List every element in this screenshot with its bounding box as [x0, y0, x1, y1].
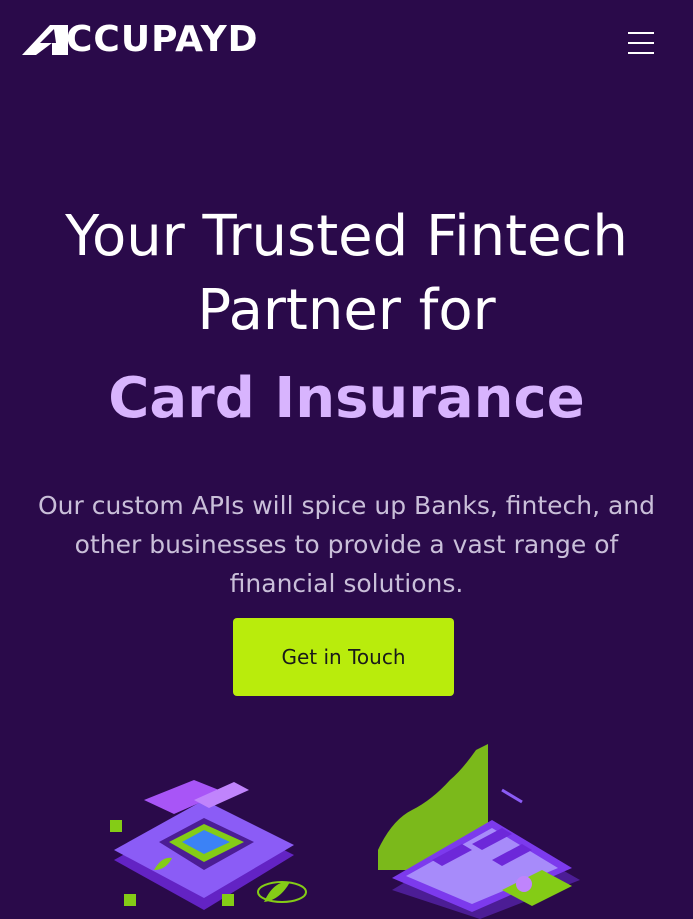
logo-a-mark-icon: [22, 25, 68, 55]
coin-shape: [516, 876, 532, 892]
accupayd-logo[interactable]: CCUPAYD: [22, 20, 259, 60]
hamburger-menu-icon[interactable]: [624, 28, 658, 58]
logo-wordmark: CCUPAYD: [66, 19, 259, 60]
cube-1-shape: [110, 820, 122, 832]
cube-2-shape: [124, 894, 136, 906]
hero-subtitle: Our custom APIs will spice up Banks, fin…: [37, 491, 656, 598]
hero-highlight-text: Card Insurance: [108, 366, 585, 431]
get-in-touch-button[interactable]: Get in Touch: [233, 618, 454, 696]
phone-chart-illustration: [378, 744, 580, 919]
card-chip-illustration: [110, 780, 307, 910]
cube-3-shape: [222, 894, 234, 906]
hero-title: Your Trusted Fintech Partner for: [0, 200, 693, 348]
hero-title-line-1: Your Trusted Fintech: [65, 204, 628, 269]
antenna-shape: [501, 788, 523, 804]
site-header: CCUPAYD: [0, 0, 693, 80]
hero-title-line-2: Partner for: [197, 278, 496, 343]
